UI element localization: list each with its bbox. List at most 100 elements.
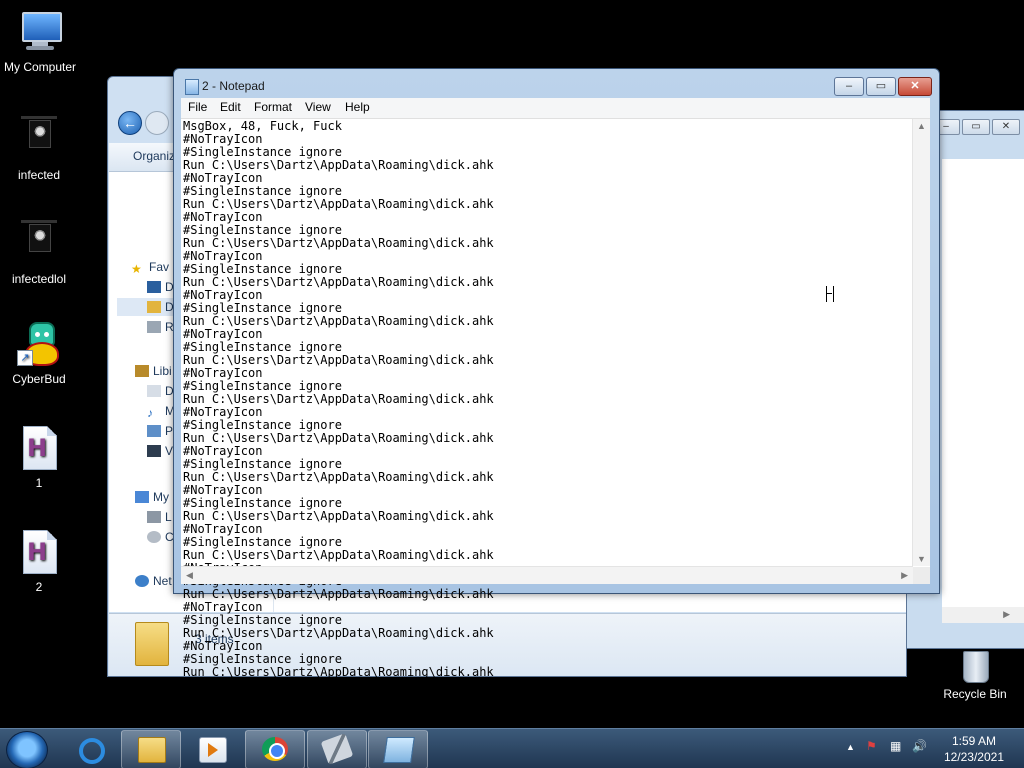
desktop: My Computer infected infectedlol ↗ Cyber… xyxy=(0,0,1024,768)
taskbar-media-center[interactable] xyxy=(182,730,242,768)
film-icon xyxy=(147,445,161,457)
desktop-icon-label: infected xyxy=(17,168,61,182)
nav-item-videos[interactable]: V xyxy=(147,442,173,460)
downloads-folder-icon xyxy=(147,301,161,313)
menu-bar: File Edit Format View Help xyxy=(181,98,930,119)
desktop-icon-infectedlol[interactable]: infectedlol xyxy=(0,220,79,286)
cd-drive-icon xyxy=(147,531,161,543)
scroll-left-arrow-icon[interactable]: ◀ xyxy=(186,570,193,581)
scroll-down-arrow-icon[interactable]: ▼ xyxy=(917,554,926,564)
nav-item-recent[interactable]: R xyxy=(147,318,174,336)
desktop-icon-cyberbud[interactable]: ↗ CyberBud xyxy=(0,320,79,386)
nav-item-desktop[interactable]: D xyxy=(147,278,174,296)
menu-file[interactable]: File xyxy=(188,100,207,114)
desktop-icon-recycle-bin[interactable]: Recycle Bin xyxy=(935,645,1015,701)
documents-icon xyxy=(147,385,161,397)
resize-grip[interactable] xyxy=(913,567,930,584)
cyberbud-shortcut-icon: ↗ xyxy=(15,320,63,368)
nav-item-music[interactable]: ♪ M xyxy=(147,402,175,420)
desktop-icon-label: CyberBud xyxy=(12,372,66,386)
recycle-bin-icon xyxy=(951,645,999,683)
taskbar-internet-explorer[interactable] xyxy=(60,730,120,768)
clock-time: 1:59 AM xyxy=(951,734,996,748)
notepad-icon xyxy=(383,737,415,763)
media-center-icon xyxy=(199,737,227,763)
volume-icon[interactable]: 🔊 xyxy=(912,739,927,753)
horizontal-scrollbar[interactable]: ◀ ▶ xyxy=(181,566,913,584)
taskbar-notepad[interactable] xyxy=(368,730,428,768)
desktop-icon xyxy=(147,281,161,293)
action-center-flag-icon[interactable]: ⚑ xyxy=(866,739,877,753)
nav-item-cd-drive[interactable]: C xyxy=(147,528,174,546)
document-text[interactable]: MsgBox, 48, Fuck, Fuck #NoTrayIcon #Sing… xyxy=(183,120,494,679)
forward-button[interactable] xyxy=(145,111,169,135)
window-title: 2 - Notepad xyxy=(202,79,265,93)
notepad-icon xyxy=(185,79,199,95)
desktop-icon-infected[interactable]: infected xyxy=(0,116,79,182)
menu-view[interactable]: View xyxy=(305,100,331,114)
taskbar-file-explorer[interactable] xyxy=(121,730,181,768)
desktop-icon-label: 1 xyxy=(35,476,43,490)
back-button[interactable]: ← xyxy=(118,111,142,135)
nav-item-local-disk[interactable]: L xyxy=(147,508,172,526)
nav-computer[interactable]: My xyxy=(135,488,169,506)
file-explorer-icon xyxy=(138,737,166,763)
computer-icon xyxy=(16,8,64,56)
tool-icon xyxy=(320,733,354,765)
nav-favorites[interactable]: ★ Fav xyxy=(131,258,169,276)
clock-date: 12/23/2021 xyxy=(943,750,1004,764)
notepad-window[interactable]: 2 - Notepad – ▭ ✕ File Edit Format View … xyxy=(173,68,940,679)
close-button[interactable]: ✕ xyxy=(992,119,1020,135)
text-editor[interactable]: MsgBox, 48, Fuck, Fuck #NoTrayIcon #Sing… xyxy=(181,119,930,679)
scroll-up-arrow-icon[interactable]: ▲ xyxy=(917,121,926,131)
nav-libraries[interactable]: Libi xyxy=(135,362,172,380)
network-icon[interactable]: ▦ xyxy=(890,739,901,753)
minimize-button[interactable]: – xyxy=(834,77,864,96)
folder-icon xyxy=(135,622,169,666)
window-content-area xyxy=(942,159,1024,607)
network-globe-icon xyxy=(135,575,149,587)
close-button[interactable]: ✕ xyxy=(898,77,932,96)
nav-item-pictures[interactable]: P xyxy=(147,422,173,440)
autohotkey-script-icon: H xyxy=(15,424,63,472)
desktop-icon-2[interactable]: H 2 xyxy=(0,528,79,594)
desktop-icon-my-computer[interactable]: My Computer xyxy=(0,8,80,74)
desktop-icon-label: My Computer xyxy=(3,60,77,74)
taskbar: ▲ ⚑ ▦ 🔊 1:59 AM 12/23/2021 xyxy=(0,728,1024,768)
desktop-icon-1[interactable]: H 1 xyxy=(0,424,79,490)
skull-image-icon xyxy=(15,116,63,164)
internet-explorer-icon xyxy=(79,738,105,764)
star-icon: ★ xyxy=(131,262,142,276)
menu-help[interactable]: Help xyxy=(345,100,370,114)
vertical-scrollbar[interactable]: ▲ ▼ xyxy=(912,119,930,566)
taskbar-chrome[interactable] xyxy=(245,730,305,768)
libraries-icon xyxy=(135,365,149,377)
organize-menu[interactable]: Organiz xyxy=(133,149,175,163)
chrome-icon xyxy=(262,737,288,761)
show-hidden-icons-icon[interactable]: ▲ xyxy=(846,742,855,752)
desktop-icon-label: Recycle Bin xyxy=(943,687,1007,701)
clock[interactable]: 1:59 AM 12/23/2021 xyxy=(944,733,1004,765)
menu-format[interactable]: Format xyxy=(254,100,292,114)
autohotkey-script-icon: H xyxy=(15,528,63,576)
start-button[interactable] xyxy=(6,731,48,768)
desktop-icon-label: 2 xyxy=(35,580,43,594)
computer-icon xyxy=(135,491,149,503)
recent-places-icon xyxy=(147,321,161,333)
menu-edit[interactable]: Edit xyxy=(220,100,241,114)
pictures-icon xyxy=(147,425,161,437)
taskbar-tool-app[interactable] xyxy=(307,730,367,768)
shortcut-arrow-icon: ↗ xyxy=(17,350,33,366)
music-note-icon: ♪ xyxy=(147,406,153,420)
desktop-icon-label: infectedlol xyxy=(11,272,67,286)
hard-drive-icon xyxy=(147,511,161,523)
nav-network[interactable]: Net xyxy=(135,572,172,590)
notepad-titlebar[interactable]: 2 - Notepad – ▭ ✕ xyxy=(174,69,939,99)
maximize-button[interactable]: ▭ xyxy=(962,119,990,135)
text-cursor-icon xyxy=(826,286,834,302)
scroll-right-arrow-icon[interactable]: ▶ xyxy=(1003,609,1010,620)
horizontal-scrollbar[interactable]: ▶ xyxy=(942,607,1024,623)
scroll-right-arrow-icon[interactable]: ▶ xyxy=(901,570,908,581)
maximize-button[interactable]: ▭ xyxy=(866,77,896,96)
nav-item-documents[interactable]: D xyxy=(147,382,174,400)
